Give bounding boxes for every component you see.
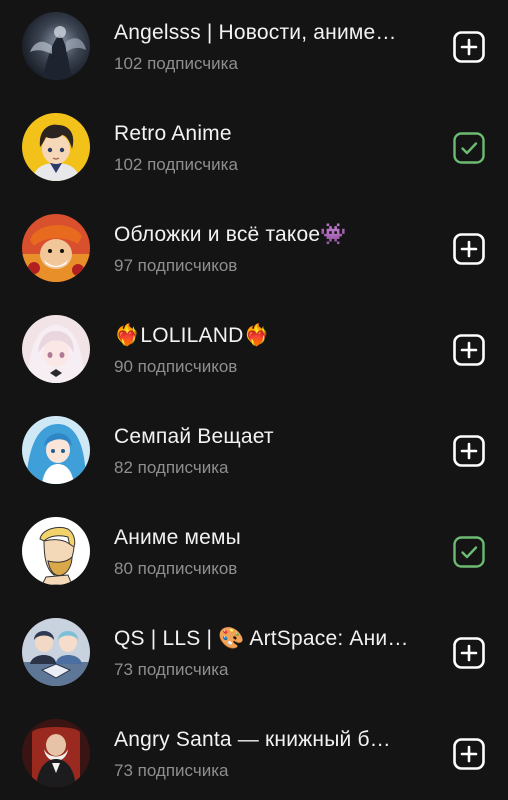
blue-hair-anime-girl-icon (22, 416, 90, 484)
channel-avatar (22, 618, 90, 686)
plus-square-icon (453, 233, 485, 265)
plus-square-icon (453, 738, 485, 770)
dark-angel-art-icon (22, 12, 90, 80)
channel-avatar (22, 315, 90, 383)
add-button[interactable] (452, 30, 486, 64)
subscribed-button[interactable] (452, 131, 486, 165)
channel-title: Аниме мемы (114, 526, 241, 549)
channel-title: ❤️‍🔥LOLILAND❤️‍🔥 (114, 324, 270, 347)
plus-square-icon (453, 334, 485, 366)
chad-meme-face-icon (22, 517, 90, 585)
old-man-red-chair-icon (22, 719, 90, 787)
check-square-icon (453, 132, 485, 164)
subscriber-count: 102 подписчика (114, 54, 238, 73)
channel-avatar (22, 719, 90, 787)
subscriber-count: 102 подписчика (114, 155, 238, 174)
channel-title: QS | LLS | 🎨 ArtSpace: Ани… (114, 627, 409, 650)
add-button[interactable] (452, 636, 486, 670)
check-square-icon (453, 536, 485, 568)
add-button[interactable] (452, 232, 486, 266)
subscriber-count: 90 подписчиков (114, 357, 238, 376)
channel-row[interactable]: Обложки и всё такое👾 97 подписчиков (0, 202, 508, 303)
channel-avatar (22, 12, 90, 80)
channel-avatar (22, 416, 90, 484)
channel-title: Обложки и всё такое👾 (114, 223, 347, 246)
channel-title: Retro Anime (114, 122, 232, 145)
subscribed-button[interactable] (452, 535, 486, 569)
channel-title: Angelsss | Новости, аниме… (114, 21, 397, 44)
channel-title: Семпай Вещает (114, 425, 274, 448)
channel-row[interactable]: QS | LLS | 🎨 ArtSpace: Ани… 73 подписчик… (0, 606, 508, 707)
channel-row[interactable]: Retro Anime 102 подписчика (0, 101, 508, 202)
channel-row[interactable]: Angelsss | Новости, аниме… 102 подписчик… (0, 0, 508, 101)
anime-duo-logo-icon (22, 618, 90, 686)
subscriber-count: 73 подписчика (114, 660, 229, 679)
add-button[interactable] (452, 737, 486, 771)
channel-row[interactable]: Семпай Вещает 82 подписчика (0, 404, 508, 505)
channel-avatar (22, 517, 90, 585)
anime-boy-yellow-icon (22, 113, 90, 181)
add-button[interactable] (452, 434, 486, 468)
channel-row[interactable]: Angry Santa — книжный б… 73 подписчика (0, 707, 508, 800)
subscriber-count: 82 подписчика (114, 458, 229, 477)
channel-avatar (22, 113, 90, 181)
plus-square-icon (453, 435, 485, 467)
subscriber-count: 73 подписчика (114, 761, 229, 780)
channel-row[interactable]: ❤️‍🔥LOLILAND❤️‍🔥 90 подписчиков (0, 303, 508, 404)
add-button[interactable] (452, 333, 486, 367)
subscriber-count: 97 подписчиков (114, 256, 238, 275)
pastel-anime-girl-icon (22, 315, 90, 383)
channel-row[interactable]: Аниме мемы 80 подписчиков (0, 505, 508, 606)
channel-title: Angry Santa — книжный б… (114, 728, 391, 751)
subscriber-count: 80 подписчиков (114, 559, 238, 578)
plus-square-icon (453, 637, 485, 669)
pirate-anime-character-icon (22, 214, 90, 282)
channel-avatar (22, 214, 90, 282)
plus-square-icon (453, 31, 485, 63)
channel-list: Angelsss | Новости, аниме… 102 подписчик… (0, 0, 508, 800)
